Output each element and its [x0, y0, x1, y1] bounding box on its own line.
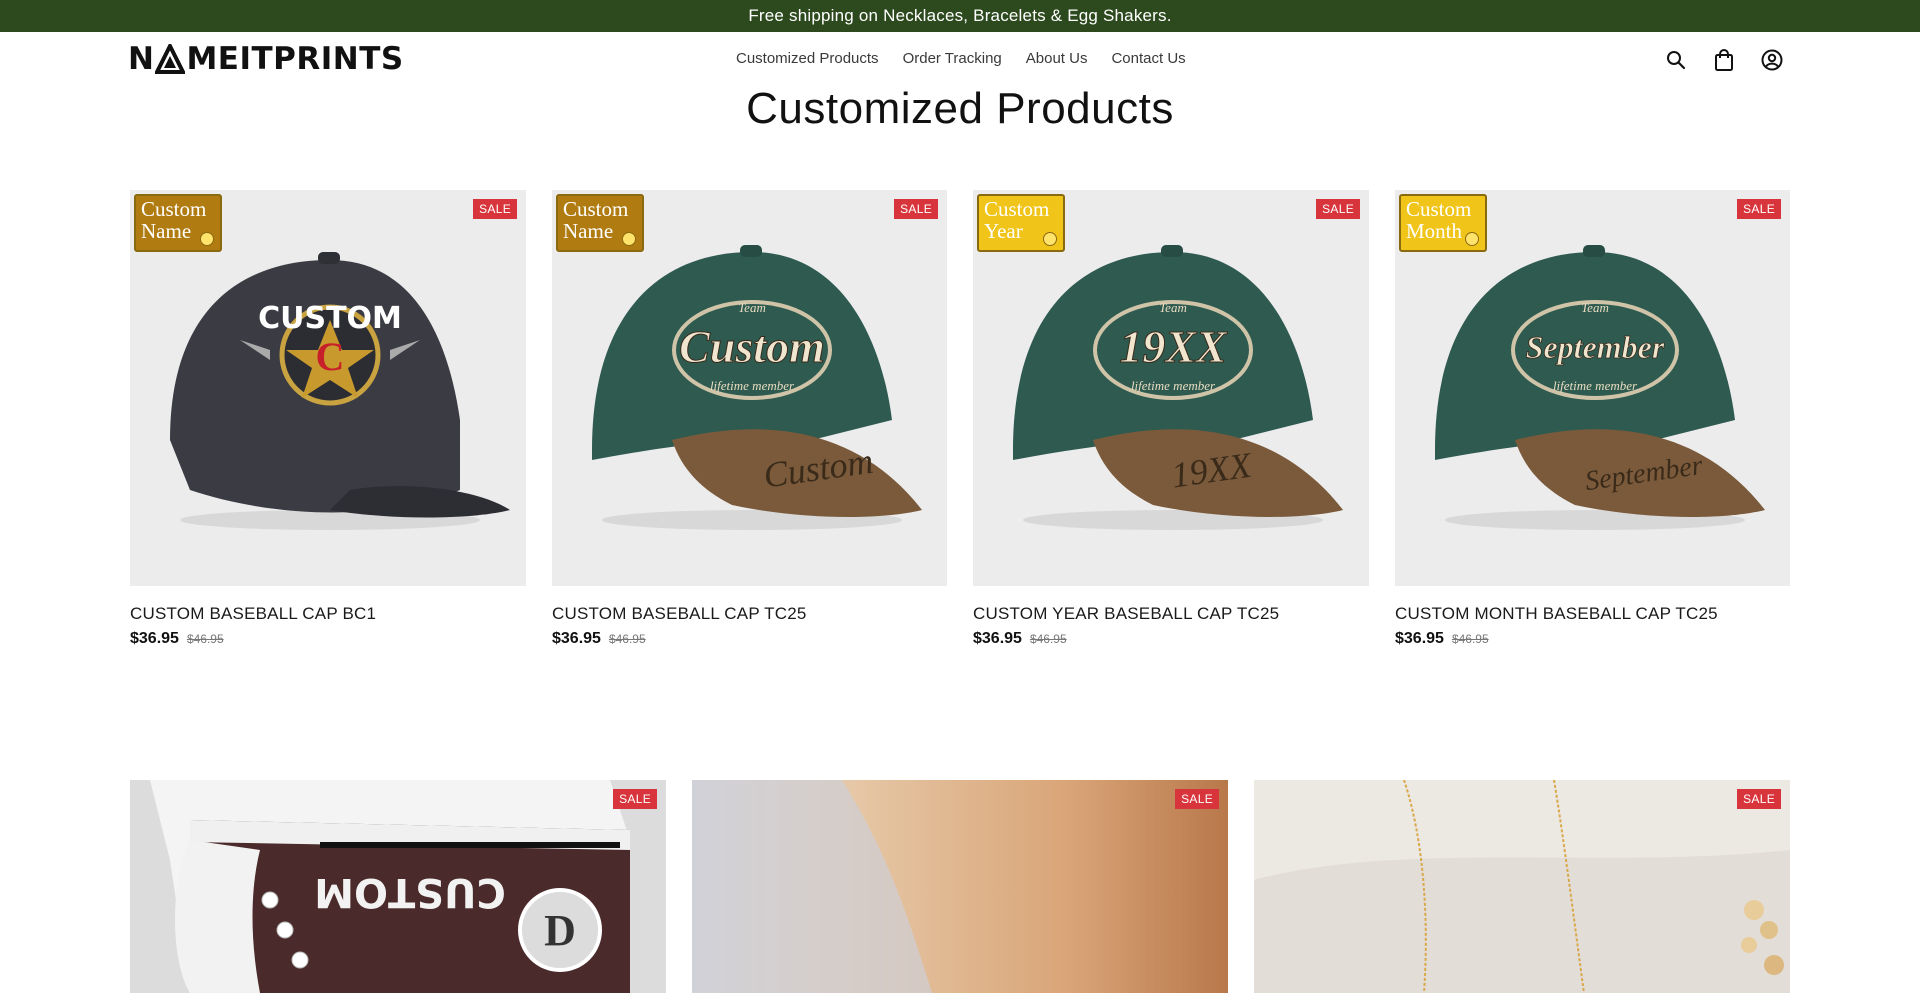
product-price: $36.95: [973, 630, 1022, 647]
product-image[interactable]: D CUSTOM SALE: [130, 780, 666, 993]
sale-badge: SALE: [1316, 199, 1360, 219]
header-actions: [1662, 46, 1786, 74]
custom-month-badge: Custom Month: [1399, 194, 1487, 252]
product-card[interactable]: Team September lifetime member September…: [1395, 190, 1790, 648]
cap-sub-text: lifetime member: [1131, 378, 1216, 393]
product-name[interactable]: CUSTOM BASEBALL CAP TC25: [552, 604, 947, 624]
product-card[interactable]: SALE: [1254, 780, 1790, 993]
sale-badge: SALE: [1737, 789, 1781, 809]
custom-name-badge: Custom Name: [556, 194, 644, 252]
logo-triangle-icon: [155, 44, 186, 74]
custom-name-badge: Custom Name: [134, 194, 222, 252]
lightbulb-icon: [1043, 232, 1057, 246]
account-icon[interactable]: [1758, 46, 1786, 74]
svg-text:D: D: [544, 906, 576, 955]
badge-line: Custom: [1406, 197, 1472, 221]
product-price: $36.95: [552, 630, 601, 647]
page-title: Customized Products: [746, 84, 1174, 133]
search-icon[interactable]: [1662, 46, 1690, 74]
cap-team-text: Team: [1159, 300, 1187, 315]
product-image[interactable]: SALE: [692, 780, 1228, 993]
lightbulb-icon: [200, 232, 214, 246]
product-name[interactable]: CUSTOM BASEBALL CAP BC1: [130, 604, 526, 624]
product-image[interactable]: Team Custom lifetime member Custom Custo…: [552, 190, 947, 586]
nav-contact-us[interactable]: Contact Us: [1111, 50, 1185, 67]
shoe-illustration: D CUSTOM: [130, 780, 666, 993]
cap-sub-text: lifetime member: [1553, 378, 1638, 393]
product-prices: $36.95 $46.95: [973, 630, 1369, 648]
product-compare-price: $46.95: [186, 632, 224, 646]
product-prices: $36.95 $46.95: [130, 630, 526, 648]
product-card[interactable]: SALE: [692, 780, 1228, 993]
site-header: N MEITPRINTS Customized Products Order T…: [0, 32, 1920, 88]
nav-customized-products[interactable]: Customized Products: [736, 50, 879, 67]
product-card[interactable]: D CUSTOM SALE: [130, 780, 666, 993]
cap-text: CUSTOM: [258, 301, 402, 336]
logo-text-start: N: [128, 41, 155, 77]
cap-team-text: Team: [738, 300, 766, 315]
badge-line: Custom: [141, 197, 207, 221]
product-price: $36.95: [1395, 630, 1444, 647]
nav-about-us[interactable]: About Us: [1026, 50, 1088, 67]
product-prices: $36.95 $46.95: [552, 630, 947, 648]
cap-sub-text: lifetime member: [710, 378, 795, 393]
sale-badge: SALE: [894, 199, 938, 219]
sale-badge: SALE: [613, 789, 657, 809]
necklace-photo: [1254, 780, 1790, 993]
logo-text-end: MEITPRINTS: [186, 41, 404, 77]
product-name[interactable]: CUSTOM MONTH BASEBALL CAP TC25: [1395, 604, 1790, 624]
badge-line: Custom: [984, 197, 1050, 221]
product-price: $36.95: [130, 630, 179, 647]
sale-badge: SALE: [473, 199, 517, 219]
product-image[interactable]: Team 19XX lifetime member 19XX Custom Ye…: [973, 190, 1369, 586]
product-name[interactable]: CUSTOM YEAR BASEBALL CAP TC25: [973, 604, 1369, 624]
sale-badge: SALE: [1175, 789, 1219, 809]
product-card[interactable]: Team 19XX lifetime member 19XX Custom Ye…: [973, 190, 1369, 648]
product-compare-price: $46.95: [1451, 632, 1489, 646]
announcement-bar: Free shipping on Necklaces, Bracelets & …: [0, 0, 1920, 32]
announcement-text: Free shipping on Necklaces, Bracelets & …: [748, 6, 1172, 25]
lightbulb-icon: [1465, 232, 1479, 246]
site-logo[interactable]: N MEITPRINTS: [128, 41, 404, 77]
main-nav: Customized Products Order Tracking About…: [736, 50, 1186, 67]
shoe-text: CUSTOM: [314, 869, 506, 915]
svg-text:C: C: [316, 334, 345, 379]
product-image[interactable]: C CUSTOM Custom Name SALE: [130, 190, 526, 586]
product-compare-price: $46.95: [608, 632, 646, 646]
sale-badge: SALE: [1737, 199, 1781, 219]
custom-year-badge: Custom Year: [977, 194, 1065, 252]
nav-order-tracking[interactable]: Order Tracking: [903, 50, 1002, 67]
cap-text: 19XX: [1119, 321, 1228, 372]
cap-team-text: Team: [1581, 300, 1609, 315]
arm-photo: [692, 780, 1228, 993]
badge-line: Custom: [563, 197, 629, 221]
lightbulb-icon: [622, 232, 636, 246]
bag-icon[interactable]: [1710, 46, 1738, 74]
product-compare-price: $46.95: [1029, 632, 1067, 646]
product-prices: $36.95 $46.95: [1395, 630, 1790, 648]
product-card[interactable]: C CUSTOM Custom Name SALE CUSTOM BASEBAL…: [130, 190, 526, 648]
cap-text: September: [1526, 329, 1665, 365]
cap-text: Custom: [679, 321, 825, 372]
product-card[interactable]: Team Custom lifetime member Custom Custo…: [552, 190, 947, 648]
product-image[interactable]: Team September lifetime member September…: [1395, 190, 1790, 586]
product-image[interactable]: SALE: [1254, 780, 1790, 993]
